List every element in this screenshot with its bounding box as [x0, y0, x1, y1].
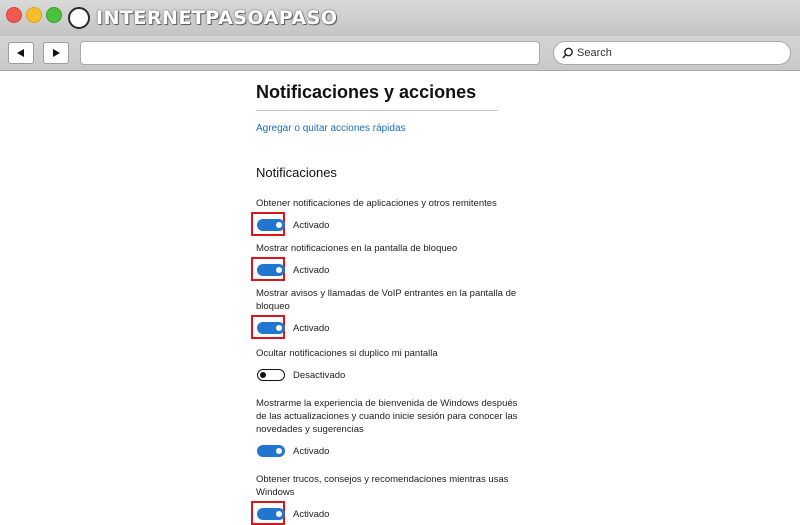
setting-hide-when-duplicating: Ocultar notificaciones si duplico mi pan… — [256, 347, 556, 385]
setting-label: Obtener trucos, consejos y recomendacion… — [256, 474, 509, 498]
minimize-window-button[interactable] — [26, 7, 42, 23]
toggle-switch[interactable] — [257, 322, 285, 334]
notifications-settings-panel: Notificaciones y acciones Agregar o quit… — [251, 82, 556, 525]
toggle-switch[interactable] — [257, 508, 285, 520]
setting-lock-screen-notifications: Mostrar notificaciones en la pantalla de… — [251, 242, 556, 281]
toggle-state-label: Activado — [293, 322, 330, 334]
toggle-switch[interactable] — [257, 369, 285, 381]
setting-label: Mostrar avisos y llamadas de VoIP entran… — [256, 288, 517, 312]
search-icon — [562, 47, 574, 59]
browser-toolbar: Search — [0, 36, 800, 71]
toggle-state-label: Activado — [293, 508, 330, 520]
toggle-switch[interactable] — [257, 264, 285, 276]
setting-label: Ocultar notificaciones si duplico mi pan… — [256, 348, 438, 359]
title-divider — [256, 110, 498, 111]
triangle-right-icon — [53, 49, 60, 57]
triangle-left-icon — [17, 49, 24, 57]
maximize-window-button[interactable] — [46, 7, 62, 23]
page-title: Notificaciones y acciones — [256, 82, 477, 102]
toggle-state-label: Desactivado — [293, 369, 346, 381]
brand-logo: INTERNETPASOAPASO — [68, 4, 338, 32]
setting-app-notifications: Obtener notificaciones de aplicaciones y… — [251, 197, 556, 236]
setting-voip-lock-screen: Mostrar avisos y llamadas de VoIP entran… — [251, 287, 556, 339]
forward-button[interactable] — [43, 42, 69, 64]
setting-label: Mostrar notificaciones en la pantalla de… — [256, 243, 458, 254]
section-title: Notificaciones — [256, 165, 337, 180]
brand-text: INTERNETPASOAPASO — [96, 7, 338, 29]
quick-actions-link[interactable]: Agregar o quitar acciones rápidas — [256, 123, 556, 137]
setting-label: Mostrarme la experiencia de bienvenida d… — [256, 398, 518, 435]
globe-icon — [68, 7, 90, 29]
search-placeholder: Search — [577, 47, 612, 59]
setting-tips-suggestions: Obtener trucos, consejos y recomendacion… — [251, 473, 556, 525]
back-button[interactable] — [8, 42, 34, 64]
toggle-switch[interactable] — [257, 219, 285, 231]
toggle-state-label: Activado — [293, 219, 330, 231]
toggle-switch[interactable] — [257, 445, 285, 457]
window-titlebar: INTERNETPASOAPASO — [0, 0, 800, 36]
setting-welcome-experience: Mostrarme la experiencia de bienvenida d… — [256, 397, 556, 461]
search-input[interactable]: Search — [553, 41, 791, 65]
toggle-state-label: Activado — [293, 445, 330, 457]
toggle-state-label: Activado — [293, 264, 330, 276]
close-window-button[interactable] — [6, 7, 22, 23]
setting-label: Obtener notificaciones de aplicaciones y… — [256, 198, 497, 209]
address-bar[interactable] — [80, 41, 540, 65]
